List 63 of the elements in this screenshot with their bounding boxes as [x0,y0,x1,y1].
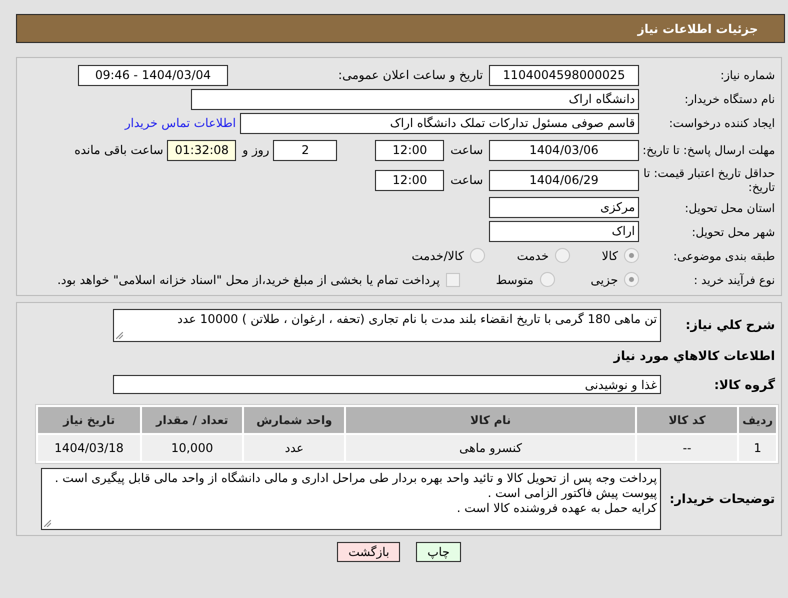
validity-date-field: 1404/06/29 [489,170,639,191]
remaining-time-field: 01:32:08 [167,140,236,160]
radio-button[interactable] [554,248,570,264]
description-field: تن ماهی 180 گرمی با تاریخ انقضاء بلند مدت با نام تجاری (تحفه ، ارغوان ، طلاتن ) 10000 عدد [113,308,661,342]
creator-field: قاسم صوفی مسئول تدارکات تملک دانشگاه اراک [240,112,639,134]
table-cell: 1 [739,434,776,461]
field-label: ایجاد کننده درخواست: [668,116,776,130]
radio-button[interactable] [470,248,485,264]
checkbox[interactable] [446,272,460,287]
buyer-field: دانشگاه اراک [191,88,639,110]
field-label: نام دستگاه خریدار: [683,92,776,106]
field-label: طبقه بندی موضوعی: [672,248,776,263]
resize-grip-icon [44,520,51,527]
deadline-date-field: 1404/03/06 [489,140,639,160]
field-label: مهلت ارسال پاسخ: تا تاریخ: [641,142,776,158]
field-label: شماره نیاز: [719,68,776,82]
field-label: شرح کلي نياز: [684,317,776,334]
radio-label: خدمت [516,248,549,263]
field-label: گروه کالا: [713,376,776,393]
table-cell: کنسرو ماهی [346,434,635,461]
radio-label: جزیی [590,272,618,287]
remaining-label: ساعت باقی مانده [74,143,164,157]
column-header: نام کالا [346,406,635,433]
back-button[interactable]: بازگشت [337,542,400,562]
radio-button[interactable] [624,272,639,288]
days-field: 2 [273,140,338,160]
resize-grip-icon [116,332,123,339]
buyer-contact-link[interactable]: اطلاعات تماس خریدار [124,116,236,130]
field-label: حداقل تاریخ اعتبار قیمت: تا تاریخ: [642,166,776,195]
days-label: روز و [242,143,270,157]
field-label: توضیحات خریدار: [668,490,776,507]
province-field: مرکزی [489,197,639,218]
column-header: کد کالا [636,406,738,433]
deadline-time-field: 12:00 [375,140,444,160]
table-cell: 10,000 [142,434,242,461]
time-label: ساعت [450,173,483,188]
radio-label: کالا/خدمت [412,248,464,263]
radio-label: متوسط [496,272,534,287]
column-header: ردیف [739,406,776,433]
field-label: تاریخ و ساعت اعلان عمومی: [337,68,484,82]
city-field: اراک [489,221,639,242]
section-title: اطلاعات کالاهاي مورد نياز [612,348,776,364]
radio-label: کالا [602,248,618,263]
page-header: جزئیات اطلاعات نیاز [16,14,785,43]
radio-button[interactable] [624,248,639,264]
time-label: ساعت [450,143,483,157]
print-button[interactable]: چاپ [416,542,461,562]
field-label: استان محل تحویل: [684,200,776,215]
table-cell: 1404/03/18 [38,434,140,461]
field-label: شهر محل تحویل: [690,224,776,239]
radio-button[interactable] [540,272,555,288]
column-header: واحد شمارش [244,406,344,433]
table-cell: عدد [244,434,344,461]
validity-time-field: 12:00 [375,170,444,191]
need-number-field: 1104004598000025 [489,64,639,86]
column-header: تاریخ نیاز [38,406,140,433]
table-cell: -- [636,434,738,461]
announce-date-field: 1404/03/04 - 09:46 [78,64,228,86]
field-label: نوع فرآیند خرید : [692,272,776,287]
checkbox-label: پرداخت تمام یا بخشی از مبلغ خرید،از محل "اسناد خزانه اسلامی" خواهد بود. [57,272,440,287]
column-header: تعداد / مقدار [142,406,242,433]
goods-group-field: غذا و نوشیدنی [113,375,661,394]
buyer-notes-field: پرداخت وجه پس از تحویل کالا و تائید واحد بهره بردار طی مراحل اداری و مالی دانشگاه از واحد مالی قابل پیگیری است . پیوست پیش فاکتور الزامی است . کرایه حمل به عهده فروشنده کالا است . [41,468,661,530]
